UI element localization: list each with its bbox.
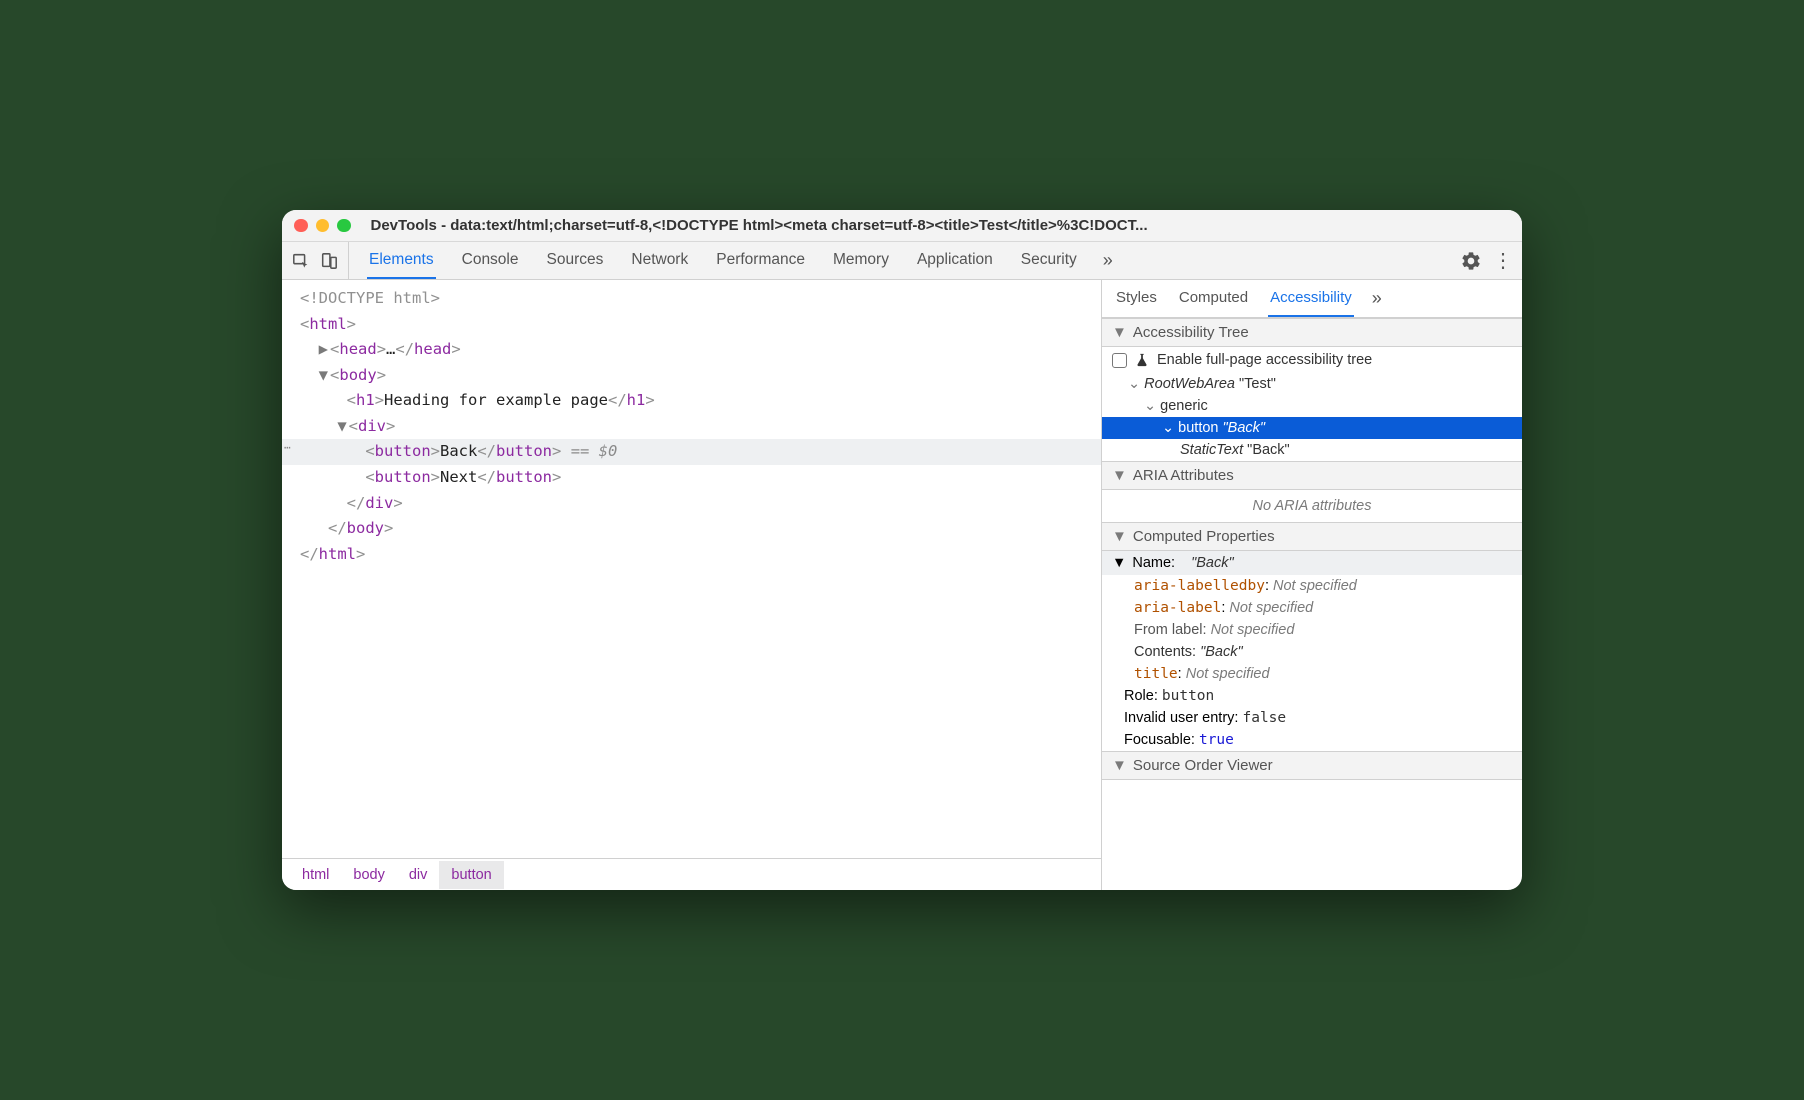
breadcrumb-button[interactable]: button [439,861,503,889]
selection-hint: == $0 [561,442,617,460]
button-back-text: Back [440,442,477,460]
breadcrumb-html[interactable]: html [290,867,341,883]
tab-memory[interactable]: Memory [831,242,891,279]
computed-invalid: Invalid user entry: false [1102,707,1522,729]
name-aria-labelledby: aria-labelledby: Not specified [1102,575,1522,597]
tab-sources[interactable]: Sources [545,242,606,279]
selected-dom-node[interactable]: <button>Back</button> == $0 [282,439,1101,465]
computed-name[interactable]: ▼Name: "Back" [1102,551,1522,575]
window-title: DevTools - data:text/html;charset=utf-8,… [371,217,1511,234]
devtools-window: DevTools - data:text/html;charset=utf-8,… [282,210,1522,890]
enable-full-page-tree[interactable]: Enable full-page accessibility tree [1102,347,1522,373]
tree-root[interactable]: ⌄RootWebArea "Test" [1102,373,1522,395]
traffic-lights [294,219,351,233]
doctype: <!DOCTYPE html> [300,289,440,307]
breadcrumb-body[interactable]: body [341,867,396,883]
close-icon[interactable] [294,219,308,233]
sidebar-more-tabs-icon[interactable]: » [1372,288,1382,309]
breadcrumb-div[interactable]: div [397,867,440,883]
tab-performance[interactable]: Performance [714,242,807,279]
button-next-text: Next [440,468,477,486]
tab-console[interactable]: Console [460,242,521,279]
checkbox-icon[interactable] [1112,353,1127,368]
sidebar: Styles Computed Accessibility » ▼Accessi… [1102,280,1522,890]
sidebar-tab-styles[interactable]: Styles [1114,280,1159,317]
dom-tree[interactable]: <!DOCTYPE html> <html> ▶<head>…</head> ▼… [282,280,1101,858]
more-tabs-icon[interactable]: » [1103,250,1113,271]
more-menu-icon[interactable]: ⋮ [1494,252,1512,270]
main-area: <!DOCTYPE html> <html> ▶<head>…</head> ▼… [282,280,1522,890]
section-source-order[interactable]: ▼Source Order Viewer [1102,751,1522,780]
flask-icon [1135,353,1149,367]
sidebar-tabs: Styles Computed Accessibility » [1102,280,1522,318]
tree-selected-button[interactable]: ⌄button "Back" [1102,417,1522,439]
zoom-icon[interactable] [337,219,351,233]
sidebar-tab-computed[interactable]: Computed [1177,280,1250,317]
inspect-element-icon[interactable] [292,252,310,270]
computed-focusable: Focusable: true [1102,729,1522,751]
tab-network[interactable]: Network [629,242,690,279]
section-accessibility-tree[interactable]: ▼Accessibility Tree [1102,318,1522,347]
gear-icon[interactable] [1462,252,1480,270]
name-aria-label: aria-label: Not specified [1102,597,1522,619]
minimize-icon[interactable] [316,219,330,233]
tree-generic[interactable]: ⌄generic [1102,395,1522,417]
section-aria[interactable]: ▼ARIA Attributes [1102,461,1522,490]
h1-text: Heading for example page [384,391,608,409]
titlebar: DevTools - data:text/html;charset=utf-8,… [282,210,1522,242]
tab-elements[interactable]: Elements [367,242,436,279]
name-from-label: From label: Not specified [1102,619,1522,641]
breadcrumb: html body div button [282,858,1101,890]
no-aria-text: No ARIA attributes [1102,490,1522,522]
name-title: title: Not specified [1102,663,1522,685]
name-contents: Contents: "Back" [1102,641,1522,663]
enable-label: Enable full-page accessibility tree [1157,352,1372,368]
computed-role: Role: button [1102,685,1522,707]
main-toolbar: Elements Console Sources Network Perform… [282,242,1522,280]
section-computed[interactable]: ▼Computed Properties [1102,522,1522,551]
sidebar-tab-accessibility[interactable]: Accessibility [1268,280,1354,317]
tab-security[interactable]: Security [1019,242,1079,279]
panel-tabs: Elements Console Sources Network Perform… [367,242,1444,279]
tree-statictext[interactable]: StaticText "Back" [1102,439,1522,461]
elements-panel: <!DOCTYPE html> <html> ▶<head>…</head> ▼… [282,280,1102,890]
tab-application[interactable]: Application [915,242,995,279]
device-toolbar-icon[interactable] [320,252,338,270]
